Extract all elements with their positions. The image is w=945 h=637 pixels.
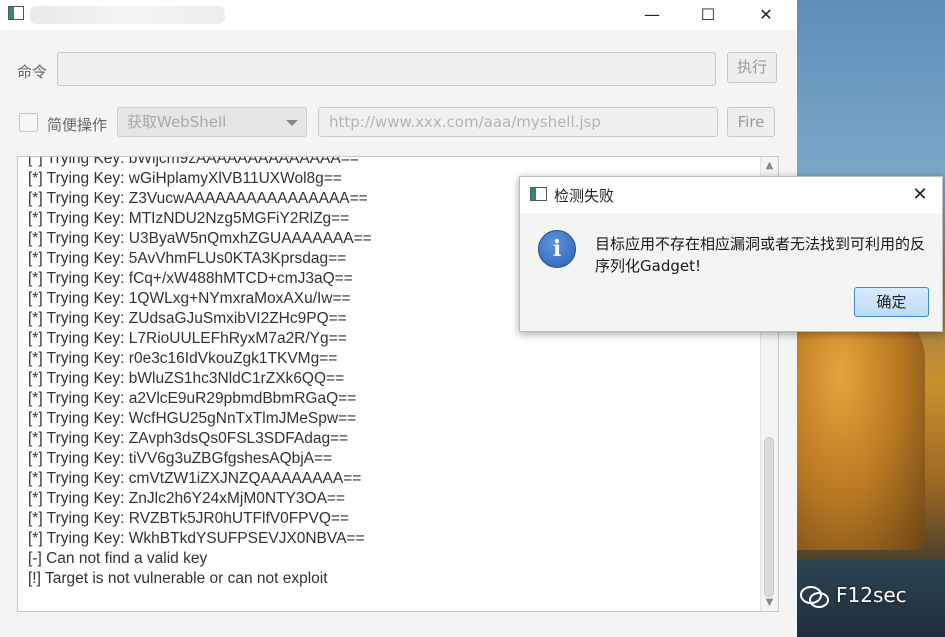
action-select[interactable]: 获取WebShell [117, 107, 307, 137]
log-line: [*] Trying Key: tiVV6g3uZBGfgshesAQbjA== [28, 450, 333, 467]
error-dialog: 检测失败 ✕ i 目标应用不存在相应漏洞或者无法找到可利用的反序列化Gadget… [519, 176, 943, 332]
url-input[interactable]: http://www.xxx.com/aaa/myshell.jsp [318, 107, 718, 137]
chevron-down-icon [286, 120, 298, 126]
watermark: F12sec [800, 583, 907, 608]
dialog-message: 目标应用不存在相应漏洞或者无法找到可利用的反序列化Gadget! [595, 235, 926, 275]
log-line: [*] Trying Key: bWluZS1hc3NldC1rZXk6QQ== [28, 370, 345, 387]
log-line: [-] Can not find a valid key [28, 550, 208, 567]
log-line: [*] Trying Key: WkhBTkdYSUFPSEVJX0NBVA== [28, 530, 365, 547]
dialog-close-icon[interactable]: ✕ [904, 179, 936, 211]
log-line: [*] Trying Key: RVZBTk5JR0hUTFlfV0FPVQ== [28, 510, 350, 527]
log-line: [*] Trying Key: r0e3c16IdVkouZgk1TKVMg== [28, 350, 338, 367]
simple-op-checkbox[interactable] [19, 113, 38, 132]
window-title-blurred [30, 6, 225, 24]
command-input[interactable] [57, 52, 716, 86]
dialog-title-bar: 检测失败 ✕ [520, 177, 942, 213]
close-button[interactable]: ✕ [743, 0, 789, 30]
maximize-button[interactable]: ☐ [685, 0, 731, 30]
minimize-button[interactable]: — [629, 0, 675, 30]
info-icon: i [538, 230, 576, 268]
scroll-thumb[interactable] [764, 437, 774, 597]
log-line: [*] Trying Key: L7RioUULEFhRyxM7a2R/Yg== [28, 330, 347, 347]
log-line: [*] Trying Key: ZnJlc2h6Y24xMjM0NTY3OA== [28, 490, 346, 507]
watermark-text: F12sec [836, 583, 907, 607]
simple-op-label: 简便操作 [47, 116, 108, 134]
fire-button[interactable]: Fire [727, 107, 775, 137]
log-line: [*] Trying Key: a2VlcE9uR29pbmdBbmRGaQ== [28, 390, 357, 407]
ok-button[interactable]: 确定 [854, 287, 929, 317]
execute-button[interactable]: 执行 [727, 52, 777, 83]
dialog-app-icon [530, 187, 547, 201]
command-label: 命令 [17, 63, 48, 81]
dialog-title: 检测失败 [554, 187, 615, 205]
title-bar: — ☐ ✕ [0, 0, 797, 30]
log-line: [*] Trying Key: WcfHGU25gNnTxTlmJMeSpw== [28, 410, 357, 427]
log-line: [*] Trying Key: ZAvph3dsQs0FSL3SDFAdag== [28, 430, 349, 447]
scroll-down-icon[interactable]: ▼ [764, 597, 775, 608]
log-line: [*] Trying Key: cmVtZW1iZXJNZQAAAAAAAA== [28, 470, 362, 487]
desktop-rock [785, 300, 925, 550]
log-line: [!] Target is not vulnerable or can not … [28, 570, 328, 587]
log-line: [*] Trying Key: bWljcm9zAAAAAAAAAAAAAA== [28, 156, 359, 167]
scroll-up-icon[interactable]: ▲ [764, 160, 775, 171]
wechat-icon [800, 585, 829, 608]
app-icon [8, 6, 24, 20]
action-select-value: 获取WebShell [127, 113, 227, 131]
